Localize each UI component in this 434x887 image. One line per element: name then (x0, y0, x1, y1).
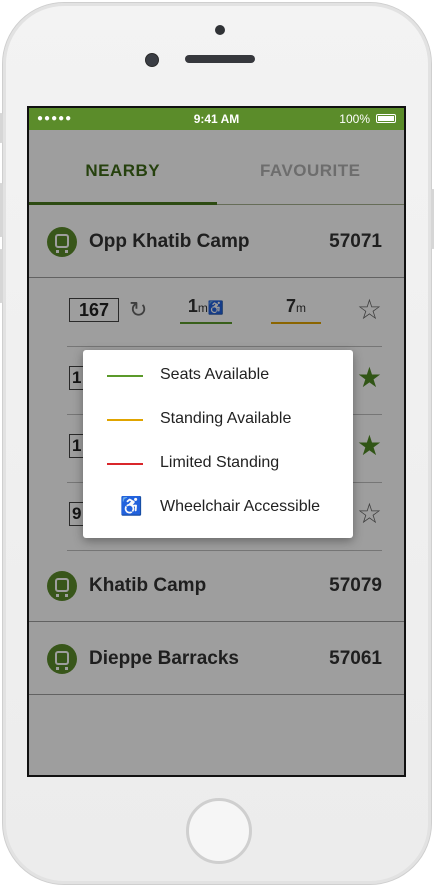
home-button[interactable] (186, 798, 252, 864)
legend-item-wheelchair: ♿ Wheelchair Accessible (83, 486, 353, 530)
battery-icon (376, 114, 396, 123)
mute-switch (0, 113, 3, 143)
legend-label: Limited Standing (160, 454, 280, 471)
volume-down-button (0, 249, 3, 303)
wheelchair-icon: ♿ (120, 496, 143, 516)
legend-item-limited: Limited Standing (83, 442, 353, 486)
seats-color-line (107, 375, 143, 377)
front-camera (145, 53, 159, 67)
legend-label: Seats Available (160, 366, 270, 383)
legend-item-seats: Seats Available (83, 354, 353, 398)
front-sensor (215, 25, 225, 35)
volume-up-button (0, 183, 3, 237)
battery-percent: 100% (339, 112, 370, 126)
earpiece-speaker (185, 55, 255, 63)
legend-dialog: Seats Available Standing Available Limit… (83, 350, 353, 538)
app-screen: ●●●●● 9:41 AM 100% NEARBY FAVOURITE Opp … (27, 106, 406, 777)
legend-item-standing: Standing Available (83, 398, 353, 442)
legend-label: Wheelchair Accessible (160, 498, 321, 515)
limited-color-line (107, 463, 143, 465)
standing-color-line (107, 419, 143, 421)
status-bar: ●●●●● 9:41 AM 100% (29, 108, 404, 130)
legend-label: Standing Available (160, 410, 292, 427)
